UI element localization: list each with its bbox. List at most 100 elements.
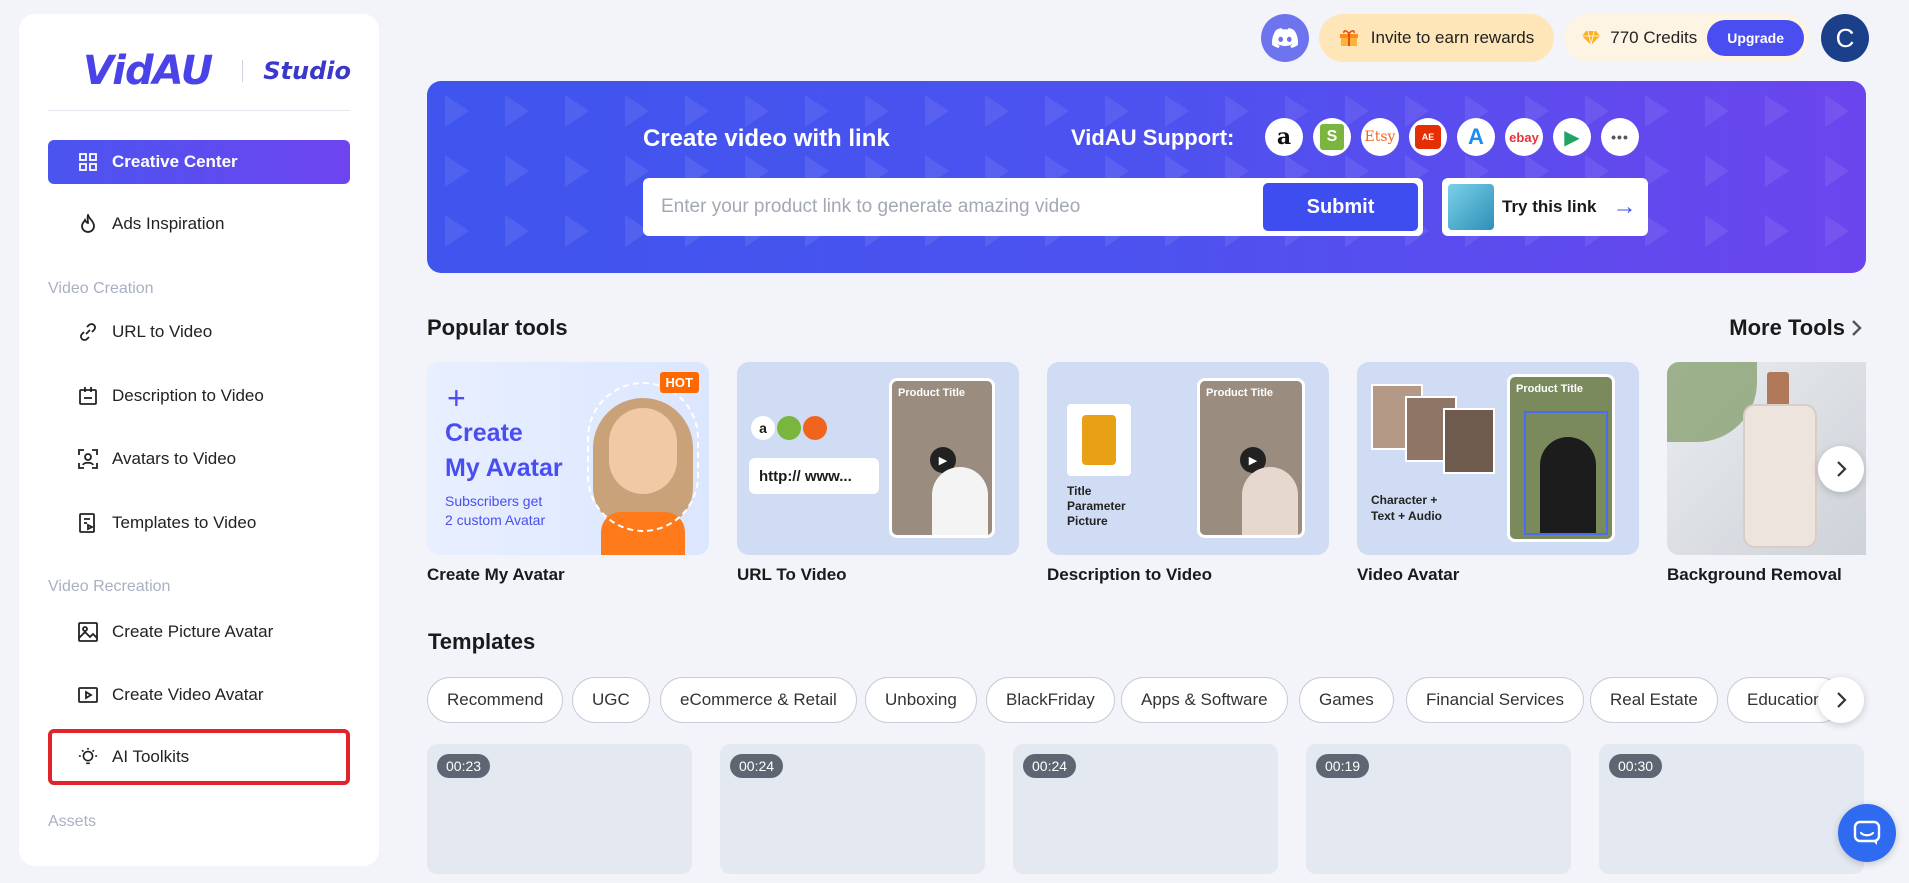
document-icon [78, 386, 98, 406]
etsy-icon [803, 416, 827, 440]
sidebar-item-description-to-video[interactable]: Description to Video [48, 374, 350, 418]
sidebar-item-creative-center[interactable]: Creative Center [48, 140, 350, 184]
tool-create-my-avatar[interactable]: + Create My Avatar Subscribers get 2 cus… [427, 362, 709, 585]
duration-badge: 00:24 [730, 754, 784, 778]
card-title-line: Create [445, 419, 523, 447]
sidebar-item-url-to-video[interactable]: URL to Video [48, 310, 350, 354]
product-link-box: Submit [643, 178, 1423, 236]
chip-recommend[interactable]: Recommend [427, 677, 564, 723]
chip-games[interactable]: Games [1299, 677, 1394, 723]
categories-next-button[interactable] [1818, 677, 1864, 723]
credits-pill: 770 Credits Upgrade [1564, 14, 1809, 62]
popular-tools-carousel: + Create My Avatar Subscribers get 2 cus… [427, 362, 1866, 592]
chip-ugc[interactable]: UGC [572, 677, 650, 723]
studio-label: Studio [263, 57, 351, 85]
etsy-icon: Etsy [1361, 118, 1399, 156]
duration-badge: 00:23 [437, 754, 491, 778]
sidebar-item-label: Create Picture Avatar [112, 622, 274, 641]
product-preview: Product Title ▶ [889, 378, 995, 538]
sidebar-item-create-video-avatar[interactable]: Create Video Avatar [48, 673, 350, 717]
banner-pattern [427, 81, 1866, 273]
invite-rewards-button[interactable]: Invite to earn rewards [1318, 14, 1555, 62]
tool-description-to-video[interactable]: Title Parameter Picture Product Title ▶ … [1047, 362, 1329, 585]
chat-icon [1853, 820, 1881, 845]
plant-decoration [1667, 362, 1757, 442]
diamond-icon [1582, 30, 1601, 46]
avatar-portrait [587, 372, 699, 555]
tool-url-to-video[interactable]: a http:// www... Product Title ▶ URL To … [737, 362, 1019, 585]
ebay-icon: ebay [1505, 118, 1543, 156]
sidebar-item-ads-inspiration[interactable]: Ads Inspiration [48, 202, 350, 246]
brand-divider [242, 60, 244, 82]
tool-name: URL To Video [737, 565, 847, 584]
section-heading-assets: Assets [48, 813, 97, 830]
template-card[interactable]: 00:19 [1306, 744, 1571, 874]
chip-apps-software[interactable]: Apps & Software [1121, 677, 1288, 723]
card-subtitle-line: 2 custom Avatar [445, 512, 546, 528]
chip-financial-services[interactable]: Financial Services [1406, 677, 1584, 723]
more-icon[interactable]: ••• [1601, 118, 1639, 156]
shopify-icon: S [1313, 118, 1351, 156]
template-card[interactable]: 00:30 [1599, 744, 1864, 874]
template-card[interactable]: 00:24 [720, 744, 985, 874]
more-tools-link[interactable]: More Tools [1729, 315, 1863, 341]
image-icon [78, 622, 98, 642]
chip-blackfriday[interactable]: BlackFriday [986, 677, 1115, 723]
chip-ecommerce-retail[interactable]: eCommerce & Retail [660, 677, 857, 723]
sidebar-divider [48, 110, 350, 111]
gift-icon [1339, 30, 1358, 46]
shopify-icon [777, 416, 801, 440]
tool-video-avatar[interactable]: Character + Text + Audio Product Title V… [1357, 362, 1639, 585]
more-tools-label: More Tools [1729, 315, 1845, 340]
user-avatar[interactable]: C [1821, 14, 1869, 62]
sidebar-item-ai-toolkits[interactable]: AI Toolkits [48, 729, 350, 785]
perfume-cap [1767, 372, 1789, 406]
chip-real-estate[interactable]: Real Estate [1590, 677, 1718, 723]
template-card[interactable]: 00:24 [1013, 744, 1278, 874]
tool-card-image: a http:// www... Product Title ▶ [737, 362, 1019, 555]
submit-button[interactable]: Submit [1263, 183, 1418, 231]
video-icon [78, 685, 98, 705]
platform-logos: a [751, 416, 827, 440]
card-text-line: Parameter [1067, 499, 1126, 513]
lightbulb-icon [78, 747, 98, 767]
tool-name: Create My Avatar [427, 565, 565, 584]
tools-next-button[interactable] [1818, 446, 1864, 492]
popular-tools-title: Popular tools [427, 315, 568, 340]
duration-badge: 00:19 [1316, 754, 1370, 778]
template-card[interactable]: 00:23 [427, 744, 692, 874]
sidebar-item-label: Ads Inspiration [112, 214, 225, 233]
amazon-icon: a [751, 416, 775, 440]
chevron-right-icon [1837, 461, 1847, 477]
chevron-right-icon [1852, 320, 1862, 336]
chip-unboxing[interactable]: Unboxing [865, 677, 977, 723]
link-icon [78, 322, 98, 342]
sidebar-item-templates-to-video[interactable]: Templates to Video [48, 501, 350, 545]
duration-badge: 00:30 [1609, 754, 1663, 778]
brand[interactable]: VidAU Studio [83, 48, 351, 94]
arrow-right-icon: → [1612, 193, 1637, 220]
vidau-logo: VidAU [83, 48, 213, 94]
sidebar-item-avatars-to-video[interactable]: Avatars to Video [48, 437, 350, 481]
support-platforms: a S Etsy AE A ebay ▶ ••• [1265, 118, 1639, 156]
tool-card-image: Title Parameter Picture Product Title ▶ [1047, 362, 1329, 555]
templates-title: Templates [428, 629, 536, 654]
amazon-icon: a [1265, 118, 1303, 156]
duration-badge: 00:24 [1023, 754, 1077, 778]
product-link-input[interactable] [661, 178, 1261, 236]
try-this-link-button[interactable]: Try this link → [1442, 178, 1648, 236]
avatar-frame-icon [78, 449, 98, 469]
sidebar-item-create-picture-avatar[interactable]: Create Picture Avatar [48, 610, 350, 654]
card-text-line: Picture [1067, 514, 1108, 528]
discord-button[interactable] [1260, 14, 1309, 62]
upgrade-button[interactable]: Upgrade [1707, 20, 1804, 56]
support-chat-button[interactable] [1838, 804, 1896, 862]
google-play-icon: ▶ [1553, 118, 1591, 156]
sidebar-item-label: AI Toolkits [112, 747, 190, 766]
tool-name: Video Avatar [1357, 565, 1460, 584]
tool-card-image: Character + Text + Audio Product Title [1357, 362, 1639, 555]
sidebar: VidAU Studio Creative Center Ads Inspira… [19, 14, 379, 866]
card-text-line: Text + Audio [1371, 509, 1443, 523]
app-store-icon: A [1457, 118, 1495, 156]
avatar-option [1443, 408, 1495, 474]
